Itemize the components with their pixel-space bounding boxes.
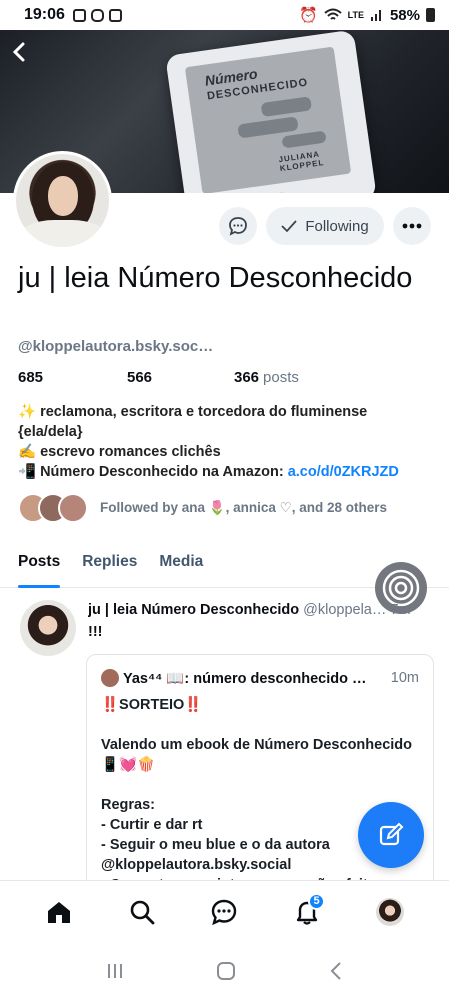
alarm-icon: ⏰ [298,7,318,24]
profile-avatar-small [375,897,404,926]
quoted-post-time: 10m [390,670,419,686]
signal-icon [370,10,381,21]
bio-link[interactable]: a.co/d/0ZKRJZD [288,464,399,480]
tab-posts[interactable]: Posts [18,548,61,588]
network-type: LTE [347,9,364,20]
search-icon [130,900,155,924]
tab-media[interactable]: Media [159,548,203,588]
quoted-author-avatar [101,669,119,687]
banner-kindle-image: Número DESCONHECIDO JULIANA KLOPPEL kind… [165,30,377,193]
chat-icon [212,899,237,925]
bottom-navigation: 5 [0,880,449,942]
following-count[interactable]: 566 [127,369,234,386]
follower-avatar [58,493,88,523]
message-icon [72,8,86,22]
post-author-handle: @kloppela… [303,602,387,618]
gallery-icon [108,8,122,22]
post-author-avatar[interactable] [20,600,76,656]
back-arrow-icon[interactable] [12,38,26,69]
back-icon[interactable] [329,961,343,981]
instagram-icon [90,8,104,22]
status-bar: 19:06 ⏰ LTE 58% [0,0,449,30]
bio-line: ✨ reclamona, escritora e torcedora do fl… [18,404,368,440]
notification-badge: 5 [308,892,326,910]
compose-icon [379,822,404,846]
message-button[interactable] [219,207,257,245]
nav-home[interactable] [37,890,81,934]
wifi-icon [323,8,342,20]
bio-line: 📲 Número Desconhecido na Amazon: a.co/d/… [18,464,399,480]
profile-display-name: ju | leia Número Desconhecido [18,262,413,294]
status-time: 19:06 [24,6,65,23]
posts-count: 366 [234,369,260,386]
banner-book-author: JULIANA KLOPPEL [278,149,325,174]
nav-search[interactable] [120,890,164,934]
profile-stats: 685 566 366 posts [18,369,299,386]
home-icon [48,901,71,923]
chat-bubble-icon [229,217,247,236]
battery-percent: 58% [389,6,420,24]
nav-chat[interactable] [202,890,246,934]
profile-bio: ✨ reclamona, escritora e torcedora do fl… [18,402,433,482]
compose-button[interactable] [358,802,424,868]
home-button-icon[interactable] [216,961,236,981]
following-button[interactable]: Following [266,207,384,245]
system-navigation [0,942,449,1000]
profile-avatar[interactable] [13,151,112,250]
followers-count[interactable]: 685 [18,369,127,386]
post-header: ju | leia Número Desconhecido @kloppela…… [88,602,433,618]
more-options-button[interactable] [393,207,431,245]
ellipsis-icon [402,223,422,229]
tab-replies[interactable]: Replies [82,548,137,588]
nav-notifications[interactable]: 5 [285,890,329,934]
battery-icon [426,8,435,22]
followed-by-text: Followed by ana 🌷, annica ♡, and 28 othe… [100,500,387,515]
posts-label: posts [263,369,299,386]
post-text: !!! [88,624,103,640]
post-time: 7m [390,602,411,618]
nav-profile[interactable] [368,890,412,934]
profile-handle: @kloppelautora.bsky.soc… [18,338,214,355]
bio-line: ✍️ escrevo romances clichês [18,444,221,460]
quoted-post-header: Yas⁴⁴ 📖: número desconhecido … 10m [101,669,419,687]
following-label: Following [305,217,369,235]
banner-kindle-brand: kindle [265,190,290,193]
followed-by[interactable]: Followed by ana 🌷, annica ♡, and 28 othe… [18,493,387,523]
quoted-author-name: Yas⁴⁴ 📖: número desconhecido … [123,670,367,687]
recents-icon[interactable] [106,962,124,980]
checkmark-icon [281,220,297,233]
post-author-name[interactable]: ju | leia Número Desconhecido [88,602,299,618]
quoted-post-body: ‼️SORTEIO‼️ Valendo um ebook de Número D… [101,697,413,893]
